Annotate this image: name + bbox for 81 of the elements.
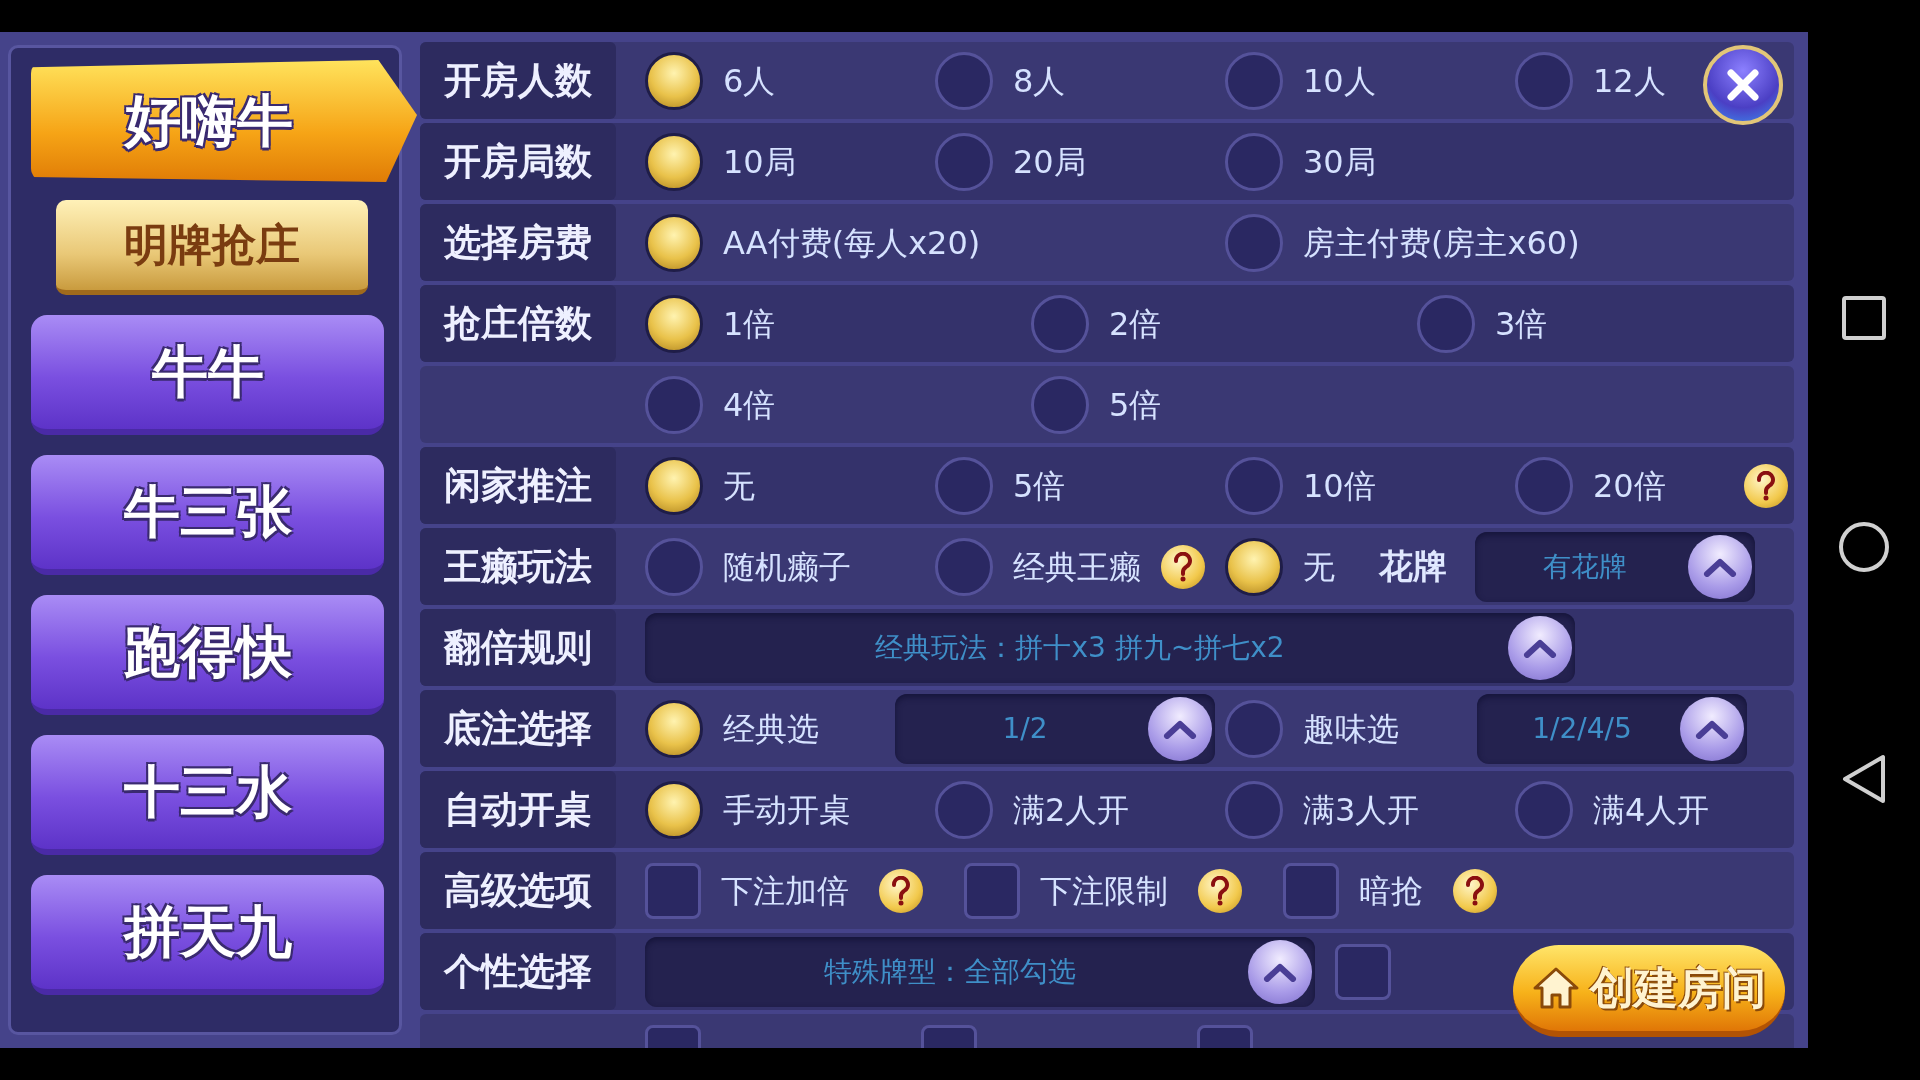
checkbox[interactable]: [1283, 862, 1339, 919]
option-label: 10倍: [1303, 465, 1376, 507]
close-icon: [1726, 68, 1760, 102]
option-label: 6人: [723, 60, 776, 102]
checkbox[interactable]: [1335, 943, 1391, 1000]
option-label: 无: [723, 465, 755, 507]
option-label: 20倍: [1593, 465, 1666, 507]
option-label: AA付费(每人x20): [723, 222, 981, 264]
option-label: 无: [1303, 546, 1335, 588]
option-heading: 自动开桌: [420, 771, 616, 848]
home-icon: [1532, 966, 1580, 1010]
option-heading: 开房人数: [420, 42, 616, 119]
option-heading: 王癞玩法: [420, 528, 616, 605]
option-label: 经典王癞: [1013, 546, 1141, 588]
chevron-up-icon: [1695, 718, 1729, 739]
help-icon[interactable]: [1161, 544, 1205, 589]
help-icon[interactable]: [1744, 463, 1788, 508]
dropdown[interactable]: 经典玩法：拼十x3 拼九~拼七x2: [645, 612, 1575, 683]
checkbox[interactable]: [645, 862, 701, 919]
option-label: 满4人开: [1593, 789, 1710, 831]
expand-button[interactable]: [1148, 696, 1212, 761]
expand-button[interactable]: [1680, 696, 1744, 761]
option-label: 满3人开: [1303, 789, 1420, 831]
option-label: 趣味选: [1303, 708, 1399, 750]
option-label: 花牌: [1379, 546, 1447, 586]
game-tab[interactable]: 拼天九: [31, 875, 384, 995]
option-label: 下注加倍: [721, 870, 849, 912]
dropdown[interactable]: 有花牌: [1475, 531, 1755, 602]
recent-apps-icon[interactable]: [1841, 295, 1887, 341]
option-label: 4倍: [723, 384, 776, 426]
help-icon[interactable]: [1198, 868, 1242, 913]
back-icon[interactable]: [1841, 753, 1887, 805]
option-label: 2倍: [1109, 303, 1162, 345]
option-heading: 个性选择: [420, 933, 616, 1010]
option-heading: 底注选择: [420, 690, 616, 767]
expand-button[interactable]: [1248, 939, 1312, 1004]
option-heading: 高级选项: [420, 852, 616, 929]
chevron-up-icon: [1263, 961, 1297, 982]
radio-button[interactable]: [645, 699, 703, 758]
radio-button[interactable]: [1225, 537, 1283, 596]
expand-button[interactable]: [1508, 615, 1572, 680]
game-tab[interactable]: 跑得快: [31, 595, 384, 715]
option-heading: 抢庄倍数: [420, 285, 616, 362]
option-label: 30局: [1303, 141, 1376, 183]
option-label: 1倍: [723, 303, 776, 345]
option-heading: 翻倍规则: [420, 609, 616, 686]
option-label: 10局: [723, 141, 796, 183]
option-label: 5倍: [1109, 384, 1162, 426]
option-label: 暗抢: [1359, 870, 1423, 912]
option-label: 10人: [1303, 60, 1376, 102]
option-label: 20局: [1013, 141, 1086, 183]
option-label: 12人: [1593, 60, 1666, 102]
help-icon[interactable]: [879, 868, 923, 913]
home-circle-icon[interactable]: [1838, 521, 1890, 573]
option-heading: 闲家推注: [420, 447, 616, 524]
chevron-up-icon: [1163, 718, 1197, 739]
chevron-up-icon: [1703, 556, 1737, 577]
checkbox[interactable]: [964, 862, 1020, 919]
option-label: 手动开桌: [723, 789, 851, 831]
game-tab[interactable]: 牛三张: [31, 455, 384, 575]
option-label: 8人: [1013, 60, 1066, 102]
radio-button[interactable]: [645, 51, 703, 110]
expand-button[interactable]: [1688, 534, 1752, 599]
game-tab[interactable]: 十三水: [31, 735, 384, 855]
option-heading: 选择房费: [420, 204, 616, 281]
game-tab[interactable]: 牛牛: [31, 315, 384, 435]
dropdown[interactable]: 特殊牌型：全部勾选: [645, 936, 1315, 1007]
option-label: 3倍: [1495, 303, 1548, 345]
help-icon[interactable]: [1453, 868, 1497, 913]
radio-button[interactable]: [645, 213, 703, 272]
dropdown[interactable]: 1/2/4/5: [1477, 693, 1747, 764]
option-label: 经典选: [723, 708, 819, 750]
option-label: 房主付费(房主x60): [1303, 222, 1580, 264]
option-heading: 开房局数: [420, 123, 616, 200]
dropdown[interactable]: 1/2: [895, 693, 1215, 764]
chevron-up-icon: [1523, 637, 1557, 658]
mode-tab[interactable]: 明牌抢庄: [56, 200, 368, 295]
option-label: 5倍: [1013, 465, 1066, 507]
option-label: 满2人开: [1013, 789, 1130, 831]
option-label: 下注限制: [1040, 870, 1168, 912]
option-label: 随机癞子: [723, 546, 851, 588]
